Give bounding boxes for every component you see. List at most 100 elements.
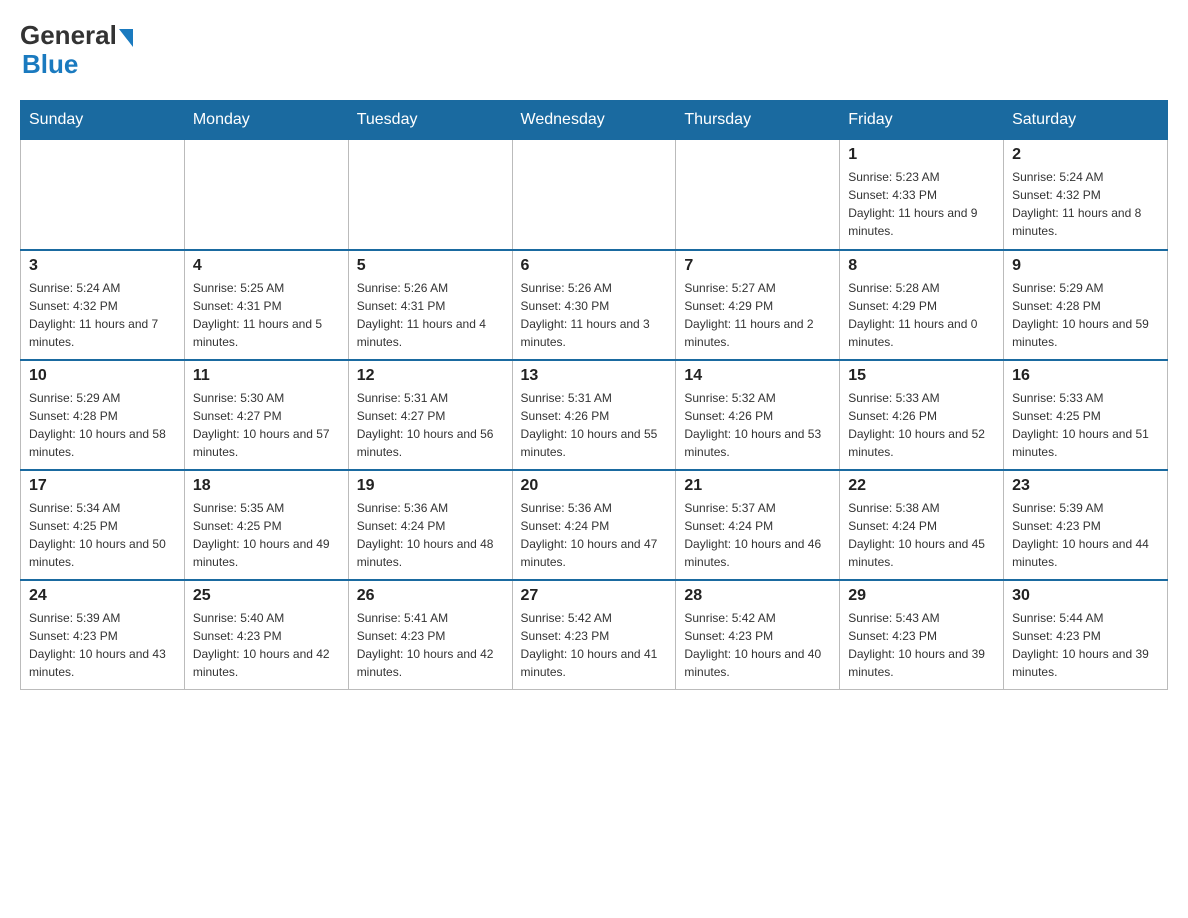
calendar-week-row: 10 Sunrise: 5:29 AMSunset: 4:28 PMDayligh… (21, 360, 1168, 470)
day-info: Sunrise: 5:25 AMSunset: 4:31 PMDaylight:… (193, 279, 340, 351)
calendar-cell: 4 Sunrise: 5:25 AMSunset: 4:31 PMDaylight… (184, 250, 348, 360)
calendar-header-row: SundayMondayTuesdayWednesdayThursdayFrid… (21, 101, 1168, 140)
day-of-week-header: Monday (184, 101, 348, 140)
calendar-cell: 7Sunrise: 5:27 AMSunset: 4:29 PMDaylight… (676, 250, 840, 360)
calendar-cell: 9Sunrise: 5:29 AMSunset: 4:28 PMDaylight… (1004, 250, 1168, 360)
calendar-cell (184, 140, 348, 250)
day-number: 2 (1012, 146, 1159, 164)
calendar-cell: 10 Sunrise: 5:29 AMSunset: 4:28 PMDayligh… (21, 360, 185, 470)
day-number: 20 (521, 477, 668, 495)
day-of-week-header: Sunday (21, 101, 185, 140)
day-number: 25 (193, 587, 340, 605)
day-info: Sunrise: 5:44 AMSunset: 4:23 PMDaylight:… (1012, 609, 1159, 681)
day-info: Sunrise: 5:26 AMSunset: 4:30 PMDaylight:… (521, 279, 668, 351)
day-number: 3 (29, 257, 176, 275)
day-number: 1 (848, 146, 995, 164)
day-info: Sunrise: 5:37 AMSunset: 4:24 PMDaylight:… (684, 499, 831, 571)
day-number: 28 (684, 587, 831, 605)
calendar-cell: 14 Sunrise: 5:32 AMSunset: 4:26 PMDayligh… (676, 360, 840, 470)
day-info: Sunrise: 5:35 AMSunset: 4:25 PMDaylight:… (193, 499, 340, 571)
day-info: Sunrise: 5:40 AMSunset: 4:23 PMDaylight:… (193, 609, 340, 681)
day-number: 11 (193, 367, 340, 385)
day-info: Sunrise: 5:41 AMSunset: 4:23 PMDaylight:… (357, 609, 504, 681)
day-info: Sunrise: 5:39 AMSunset: 4:23 PMDaylight:… (29, 609, 176, 681)
calendar-cell: 13 Sunrise: 5:31 AMSunset: 4:26 PMDayligh… (512, 360, 676, 470)
calendar-cell: 12 Sunrise: 5:31 AMSunset: 4:27 PMDayligh… (348, 360, 512, 470)
day-number: 17 (29, 477, 176, 495)
calendar-cell (676, 140, 840, 250)
day-info: Sunrise: 5:26 AMSunset: 4:31 PMDaylight:… (357, 279, 504, 351)
calendar-week-row: 3Sunrise: 5:24 AMSunset: 4:32 PMDaylight… (21, 250, 1168, 360)
day-number: 18 (193, 477, 340, 495)
day-number: 5 (357, 257, 504, 275)
day-number: 19 (357, 477, 504, 495)
calendar-cell: 15 Sunrise: 5:33 AMSunset: 4:26 PMDayligh… (840, 360, 1004, 470)
day-number: 14 (684, 367, 831, 385)
day-number: 13 (521, 367, 668, 385)
calendar-week-row: 1 Sunrise: 5:23 AMSunset: 4:33 PMDaylight… (21, 140, 1168, 250)
logo-blue-text: Blue (20, 49, 78, 80)
calendar-cell: 1 Sunrise: 5:23 AMSunset: 4:33 PMDaylight… (840, 140, 1004, 250)
day-info: Sunrise: 5:43 AMSunset: 4:23 PMDaylight:… (848, 609, 995, 681)
logo-general-text: General (20, 20, 117, 51)
calendar-cell: 24 Sunrise: 5:39 AMSunset: 4:23 PMDayligh… (21, 580, 185, 690)
day-of-week-header: Saturday (1004, 101, 1168, 140)
calendar-cell: 30 Sunrise: 5:44 AMSunset: 4:23 PMDayligh… (1004, 580, 1168, 690)
day-of-week-header: Thursday (676, 101, 840, 140)
calendar-cell: 26 Sunrise: 5:41 AMSunset: 4:23 PMDayligh… (348, 580, 512, 690)
day-of-week-header: Wednesday (512, 101, 676, 140)
day-info: Sunrise: 5:32 AMSunset: 4:26 PMDaylight:… (684, 389, 831, 461)
day-number: 22 (848, 477, 995, 495)
calendar-week-row: 17 Sunrise: 5:34 AMSunset: 4:25 PMDayligh… (21, 470, 1168, 580)
day-info: Sunrise: 5:24 AMSunset: 4:32 PMDaylight:… (1012, 168, 1159, 240)
calendar-cell: 2 Sunrise: 5:24 AMSunset: 4:32 PMDaylight… (1004, 140, 1168, 250)
day-info: Sunrise: 5:42 AMSunset: 4:23 PMDaylight:… (521, 609, 668, 681)
calendar-cell (348, 140, 512, 250)
day-number: 6 (521, 257, 668, 275)
day-number: 15 (848, 367, 995, 385)
day-info: Sunrise: 5:36 AMSunset: 4:24 PMDaylight:… (357, 499, 504, 571)
day-info: Sunrise: 5:27 AMSunset: 4:29 PMDaylight:… (684, 279, 831, 351)
day-number: 23 (1012, 477, 1159, 495)
calendar-cell: 19 Sunrise: 5:36 AMSunset: 4:24 PMDayligh… (348, 470, 512, 580)
calendar-cell: 25 Sunrise: 5:40 AMSunset: 4:23 PMDayligh… (184, 580, 348, 690)
day-info: Sunrise: 5:30 AMSunset: 4:27 PMDaylight:… (193, 389, 340, 461)
calendar-cell: 27 Sunrise: 5:42 AMSunset: 4:23 PMDayligh… (512, 580, 676, 690)
day-number: 27 (521, 587, 668, 605)
calendar-cell: 6 Sunrise: 5:26 AMSunset: 4:30 PMDaylight… (512, 250, 676, 360)
day-number: 9 (1012, 257, 1159, 275)
calendar-table: SundayMondayTuesdayWednesdayThursdayFrid… (20, 100, 1168, 690)
day-number: 21 (684, 477, 831, 495)
day-info: Sunrise: 5:42 AMSunset: 4:23 PMDaylight:… (684, 609, 831, 681)
logo: General Blue (20, 20, 135, 80)
calendar-cell: 22Sunrise: 5:38 AMSunset: 4:24 PMDayligh… (840, 470, 1004, 580)
day-number: 26 (357, 587, 504, 605)
calendar-cell: 16Sunrise: 5:33 AMSunset: 4:25 PMDayligh… (1004, 360, 1168, 470)
day-number: 29 (848, 587, 995, 605)
day-info: Sunrise: 5:23 AMSunset: 4:33 PMDaylight:… (848, 168, 995, 240)
calendar-cell: 3Sunrise: 5:24 AMSunset: 4:32 PMDaylight… (21, 250, 185, 360)
calendar-cell: 23Sunrise: 5:39 AMSunset: 4:23 PMDayligh… (1004, 470, 1168, 580)
calendar-cell: 28 Sunrise: 5:42 AMSunset: 4:23 PMDayligh… (676, 580, 840, 690)
day-of-week-header: Friday (840, 101, 1004, 140)
day-number: 8 (848, 257, 995, 275)
day-info: Sunrise: 5:31 AMSunset: 4:27 PMDaylight:… (357, 389, 504, 461)
calendar-cell: 18 Sunrise: 5:35 AMSunset: 4:25 PMDayligh… (184, 470, 348, 580)
day-number: 30 (1012, 587, 1159, 605)
calendar-cell (512, 140, 676, 250)
page-header: General Blue (20, 20, 1168, 80)
day-number: 12 (357, 367, 504, 385)
logo-arrow-icon (119, 29, 133, 47)
day-number: 24 (29, 587, 176, 605)
calendar-cell: 5 Sunrise: 5:26 AMSunset: 4:31 PMDaylight… (348, 250, 512, 360)
day-info: Sunrise: 5:34 AMSunset: 4:25 PMDaylight:… (29, 499, 176, 571)
day-number: 10 (29, 367, 176, 385)
day-info: Sunrise: 5:33 AMSunset: 4:25 PMDaylight:… (1012, 389, 1159, 461)
day-number: 4 (193, 257, 340, 275)
day-info: Sunrise: 5:31 AMSunset: 4:26 PMDaylight:… (521, 389, 668, 461)
day-info: Sunrise: 5:36 AMSunset: 4:24 PMDaylight:… (521, 499, 668, 571)
calendar-cell: 29 Sunrise: 5:43 AMSunset: 4:23 PMDayligh… (840, 580, 1004, 690)
calendar-cell: 11 Sunrise: 5:30 AMSunset: 4:27 PMDayligh… (184, 360, 348, 470)
day-info: Sunrise: 5:29 AMSunset: 4:28 PMDaylight:… (29, 389, 176, 461)
day-info: Sunrise: 5:33 AMSunset: 4:26 PMDaylight:… (848, 389, 995, 461)
